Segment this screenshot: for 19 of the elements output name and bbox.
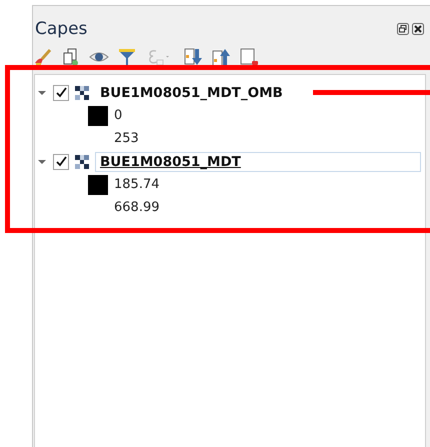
raster-layer-icon [75, 86, 89, 100]
legend-min-value: 185.74 [114, 177, 160, 192]
collapse-all-icon[interactable] [211, 47, 231, 67]
filter-icon[interactable] [117, 47, 137, 67]
duplicate-icon[interactable] [61, 47, 81, 67]
layer-name[interactable]: BUE1M08051_MDT_OMB [95, 82, 288, 102]
legend-max-value: 253 [114, 131, 139, 146]
layer-checkbox[interactable] [53, 84, 69, 100]
layer-checkbox[interactable] [53, 154, 69, 170]
remove-layer-icon[interactable] [239, 47, 259, 67]
float-icon[interactable] [397, 23, 409, 35]
expand-all-icon[interactable] [183, 47, 203, 67]
panel-title: Capes [35, 19, 88, 39]
close-icon[interactable] [412, 23, 424, 35]
brush-icon[interactable] [33, 47, 53, 67]
legend-max-value: 668.99 [114, 200, 160, 215]
raster-layer-icon [75, 154, 89, 168]
layer-name[interactable]: BUE1M08051_MDT [95, 152, 421, 172]
legend-min-value: 0 [114, 108, 122, 123]
